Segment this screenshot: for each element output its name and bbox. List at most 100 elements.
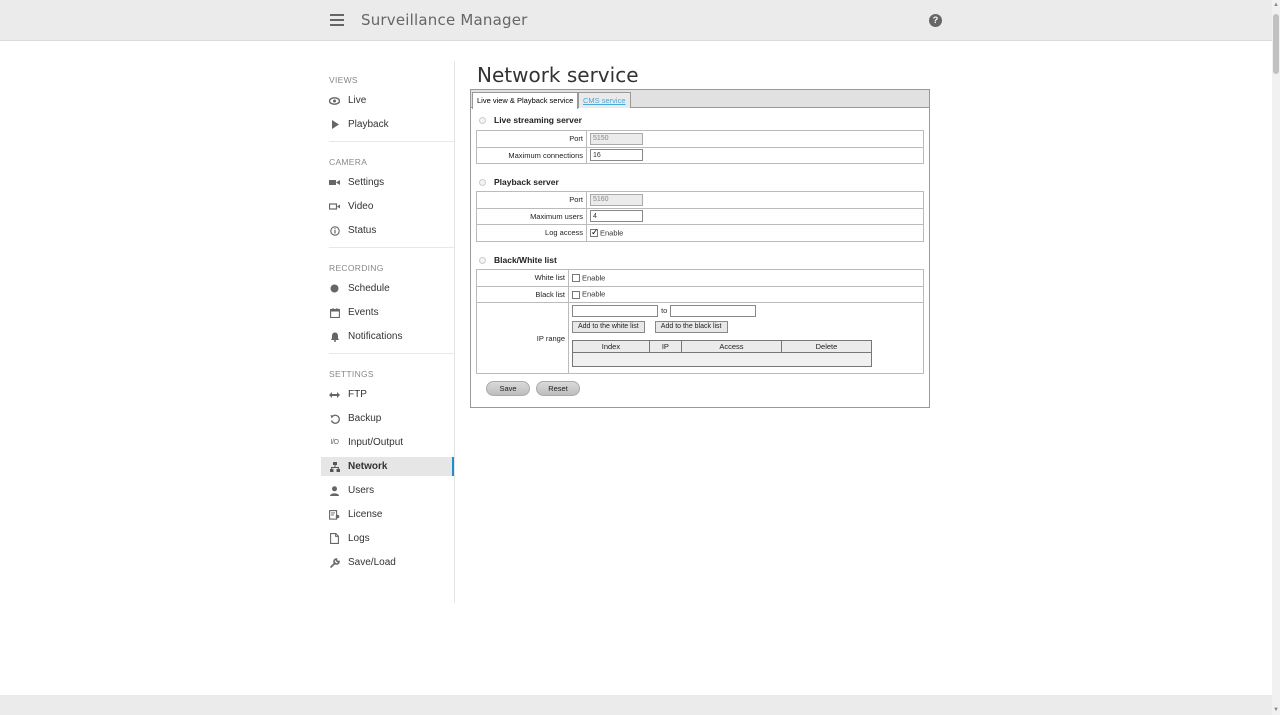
ip-table-empty-row (572, 352, 872, 367)
ip-range-end-input[interactable] (670, 305, 757, 317)
sidebar-section-views: VIEWS (329, 75, 358, 85)
sidebar-item-label: Live (348, 95, 367, 106)
sidebar-item-backup[interactable]: Backup (321, 409, 454, 428)
section-title: Playback server (494, 177, 559, 187)
add-to-black-list-button[interactable]: Add to the black list (654, 321, 728, 333)
section-bullet-icon (479, 256, 486, 264)
sidebar-item-label: Save/Load (348, 557, 396, 568)
sidebar-item-label: License (348, 509, 383, 520)
live-port-input[interactable] (590, 132, 643, 145)
sidebar-item-status[interactable]: Status (321, 221, 454, 240)
black-list-enable-label: Enable (582, 290, 606, 299)
max-connections-label: Maximum connections (476, 146, 587, 164)
wrench-icon (329, 557, 340, 568)
hamburger-menu-icon[interactable] (330, 14, 344, 26)
sidebar-item-logs[interactable]: Logs (321, 529, 454, 548)
sidebar-item-label: Schedule (348, 283, 390, 294)
ip-range-start-input[interactable] (572, 305, 658, 317)
live-streaming-server-heading: Live streaming server (479, 115, 582, 125)
page-scrollbar[interactable]: ▲ ▼ (1272, 0, 1280, 715)
tab-live-view-playback[interactable]: Live view & Playback service (472, 92, 579, 109)
sidebar-item-label: Network (348, 461, 388, 472)
sidebar-item-label: FTP (348, 389, 367, 400)
to-label: to (661, 305, 668, 315)
log-access-checkbox[interactable] (590, 227, 599, 238)
ip-table-header-index: Index (572, 340, 650, 353)
video-icon (329, 201, 340, 212)
reset-button[interactable]: Reset (536, 381, 580, 396)
transfer-icon (329, 389, 340, 400)
sidebar-item-network[interactable]: Network (321, 457, 454, 476)
scroll-down-arrow-icon[interactable]: ▼ (1272, 705, 1280, 715)
playback-server-heading: Playback server (479, 177, 559, 187)
sidebar-item-save-load[interactable]: Save/Load (321, 553, 454, 572)
sidebar-divider (329, 353, 454, 354)
sidebar-item-users[interactable]: Users (321, 481, 454, 500)
ip-table-header-ip: IP (648, 340, 682, 353)
ip-table-header-delete: Delete (780, 340, 873, 353)
sidebar-item-input-output[interactable]: I/O Input/Output (321, 433, 454, 452)
port-label: Port (476, 130, 587, 148)
sidebar-item-notifications[interactable]: Notifications (321, 327, 454, 346)
sidebar-item-label: Logs (348, 533, 370, 544)
ip-list-table: Index IP Access Delete (572, 340, 873, 367)
network-service-panel: Live view & Playback service CMS service… (470, 89, 930, 408)
sidebar-item-live[interactable]: Live (321, 91, 454, 110)
playback-table: Port Maximum users Log access Enable (476, 191, 924, 242)
camera-icon (329, 177, 340, 188)
sidebar-item-playback[interactable]: Playback (321, 115, 454, 134)
black-white-list-heading: Black/White list (479, 255, 557, 265)
sidebar-item-license[interactable]: License (321, 505, 454, 524)
black-white-list-table: White list Enable Black list Enable IP r… (476, 269, 924, 374)
sidebar-item-label: Users (348, 485, 375, 496)
sidebar-item-settings[interactable]: Settings (321, 173, 454, 192)
black-list-label: Black list (476, 285, 569, 303)
footer-bar (0, 695, 1272, 715)
sidebar-item-label: Events (348, 307, 379, 318)
info-icon (329, 225, 340, 236)
bell-icon (329, 331, 340, 342)
calendar-icon (329, 307, 340, 318)
sidebar-item-label: Notifications (348, 331, 403, 342)
sidebar-item-schedule[interactable]: Schedule (321, 279, 454, 298)
record-icon (329, 283, 340, 294)
network-icon (329, 461, 340, 472)
backup-icon (329, 413, 340, 424)
io-icon: I/O (330, 439, 339, 446)
white-list-enable-label: Enable (582, 273, 606, 283)
help-icon[interactable]: ? (929, 14, 942, 27)
sidebar-item-label: Settings (348, 177, 385, 188)
sidebar-item-label: Status (348, 225, 377, 236)
black-list-checkbox[interactable] (572, 290, 580, 299)
top-bar: Surveillance Manager ? (0, 0, 1272, 41)
scroll-thumb[interactable] (1273, 14, 1279, 74)
sidebar: VIEWS Live Playback CAMERA Settings Vide… (321, 61, 455, 603)
log-access-label: Log access (476, 224, 587, 242)
playback-port-input[interactable] (590, 193, 643, 206)
sidebar-item-video[interactable]: Video (321, 197, 454, 216)
sidebar-item-events[interactable]: Events (321, 303, 454, 322)
section-bullet-icon (479, 178, 486, 186)
port-label: Port (476, 191, 587, 209)
scroll-up-arrow-icon[interactable]: ▲ (1272, 0, 1280, 10)
sidebar-section-settings: SETTINGS (329, 369, 374, 379)
user-icon (329, 485, 340, 496)
max-users-input[interactable] (590, 210, 643, 223)
section-title: Live streaming server (494, 115, 582, 125)
sidebar-divider (329, 247, 454, 248)
sidebar-item-ftp[interactable]: FTP (321, 385, 454, 404)
log-access-enable-label: Enable (600, 228, 624, 238)
white-list-checkbox[interactable] (572, 274, 580, 282)
add-to-white-list-button[interactable]: Add to the white list (572, 321, 645, 333)
max-connections-input[interactable] (590, 149, 643, 162)
eye-icon (329, 95, 340, 106)
save-button[interactable]: Save (486, 381, 530, 396)
sidebar-item-label: Playback (348, 119, 389, 130)
ip-table-header-access: Access (680, 340, 782, 353)
document-icon (329, 533, 340, 544)
max-users-label: Maximum users (476, 207, 587, 225)
sidebar-item-label: Input/Output (348, 437, 404, 448)
page-title: Network service (477, 63, 639, 87)
tab-cms-service[interactable]: CMS service (578, 92, 631, 108)
section-bullet-icon (479, 116, 486, 124)
